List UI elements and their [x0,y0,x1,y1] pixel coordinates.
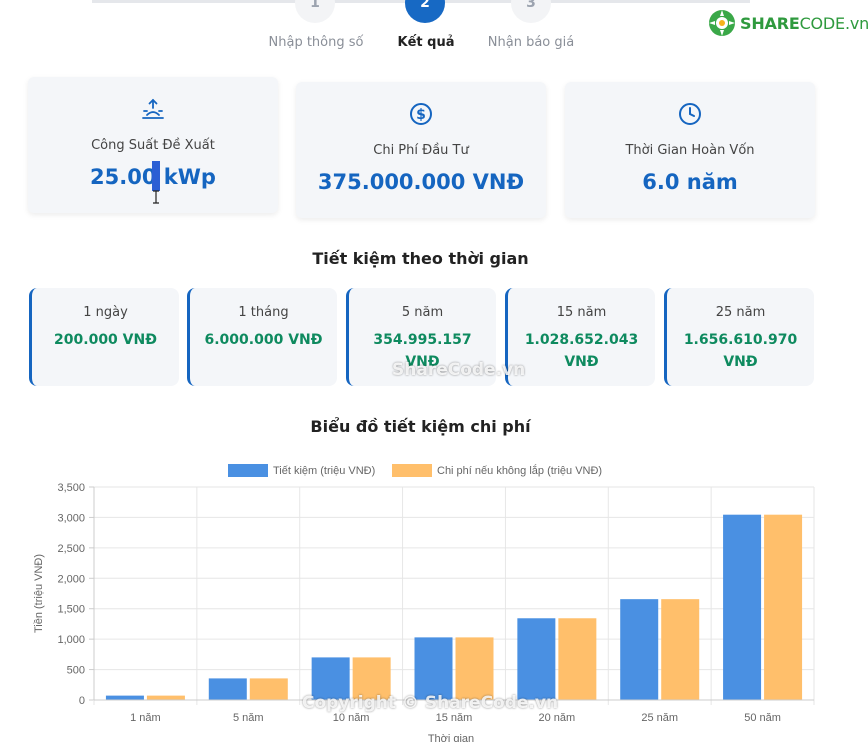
saving-value: 1.656.610.970 VNĐ [683,332,798,370]
logo-icon [709,10,735,36]
saving-label: 1 tháng [238,305,289,320]
step-3-number: 3 [526,0,536,11]
dollar-circle-icon: $ [410,103,432,125]
cost-value: 375.000.000 VNĐ [317,170,525,194]
y-tick-label: 3,500 [57,482,85,494]
step-2-number: 2 [420,0,430,11]
bar-chi-phi [661,599,700,700]
clock-icon [679,103,701,125]
bar-tiet-kiem [414,637,453,700]
bar-tiet-kiem [517,618,556,700]
y-axis-title: Tiền (triệu VNĐ) [33,554,45,633]
x-tick-label: 1 năm [130,712,161,724]
legend-label: Tiết kiệm (triệu VNĐ) [273,465,375,477]
x-tick-label: 25 năm [641,712,678,724]
watermark-copyright: Copyright © ShareCode.vn [302,693,559,713]
bar-tiet-kiem [723,514,762,700]
x-tick-label: 5 năm [233,712,264,724]
step-2-circle[interactable]: 2 [405,0,445,23]
saving-card-15-years: 15 năm 1.028.652.043 VNĐ [505,288,655,386]
saving-label: 15 năm [556,305,607,320]
payback-label: Thời Gian Hoàn Vốn [625,143,755,158]
chart-title: Biểu đồ tiết kiệm chi phí [310,417,531,436]
saving-card-1-month: 1 tháng 6.000.000 VNĐ [187,288,337,386]
logo-text: SHARECODE.vn [740,14,868,33]
saving-card-25-years: 25 năm 1.656.610.970 VNĐ [664,288,814,386]
legend-swatch [392,464,432,477]
saving-value: 6.000.000 VNĐ [204,332,323,348]
logo-text-bold: SHARE [740,13,800,33]
step-1-label[interactable]: Nhập thông số [269,35,364,50]
payback-value: 6.0 năm [642,170,738,194]
y-tick-label: 1,500 [57,604,85,616]
step-1-circle[interactable]: 1 [295,0,335,23]
bar-tiet-kiem [620,599,659,700]
sharecode-logo: SHARECODE.vn [707,8,868,38]
saving-value: 200.000 VNĐ [54,332,157,348]
payback-card: Thời Gian Hoàn Vốn 6.0 năm [565,82,815,218]
x-axis-title: Thời gian [428,733,474,742]
cost-label: Chi Phí Đầu Tư [373,143,469,158]
solar-panel-icon [142,98,164,119]
watermark-center: ShareCode.vn [392,360,526,380]
bar-chi-phi [455,637,494,700]
step-1-number: 1 [310,0,320,11]
saving-label: 5 năm [401,305,444,320]
bar-chi-phi [146,695,185,700]
y-tick-label: 2,000 [57,573,85,585]
saving-label: 1 ngày [83,305,128,320]
saving-label: 25 năm [715,305,766,320]
bar-tiet-kiem [208,678,247,700]
y-tick-label: 2,500 [57,543,85,555]
power-label: Công Suất Đề Xuất [91,138,215,153]
legend-label: Chi phí nếu không lắp (triệu VNĐ) [437,464,602,477]
y-tick-label: 1,000 [57,634,85,646]
bar-tiet-kiem [105,695,144,700]
y-tick-label: 3,000 [57,512,85,524]
savings-title: Tiết kiệm theo thời gian [312,249,529,268]
x-tick-label: 50 năm [744,712,781,724]
svg-text:$: $ [416,107,426,123]
bar-chi-phi [558,618,597,700]
bar-chi-phi [764,514,803,700]
y-tick-label: 0 [79,695,85,707]
saving-value: 1.028.652.043 VNĐ [524,332,639,370]
logo-text-light: CODE.vn [799,13,868,33]
step-2-label[interactable]: Kết quả [398,35,455,50]
legend-swatch [228,464,268,477]
step-3-circle[interactable]: 3 [511,0,551,23]
y-tick-label: 500 [67,665,85,677]
saving-card-1-day: 1 ngày 200.000 VNĐ [29,288,179,386]
x-tick-label: 15 năm [436,712,473,724]
text-selection-highlight [152,161,160,191]
x-tick-label: 10 năm [333,712,370,724]
x-tick-label: 20 năm [539,712,576,724]
bar-chi-phi [249,678,288,700]
text-cursor-icon [153,190,159,204]
step-3-label[interactable]: Nhận báo giá [488,35,574,50]
cost-card: $ Chi Phí Đầu Tư 375.000.000 VNĐ [296,82,546,218]
